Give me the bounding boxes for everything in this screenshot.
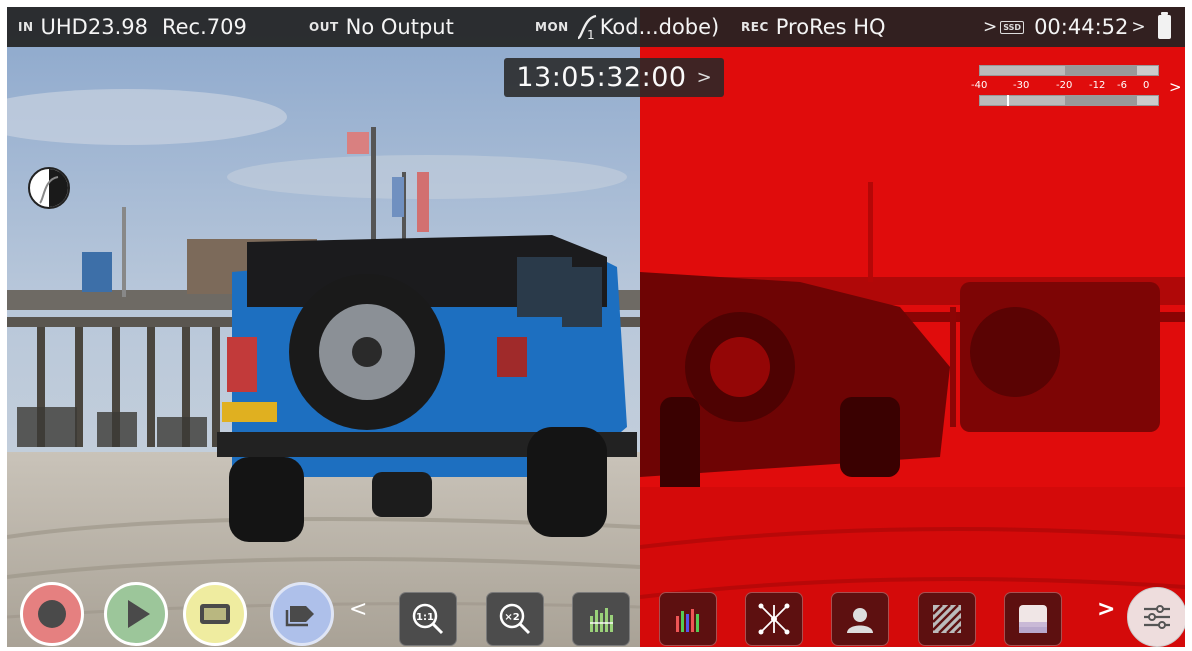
record-codec: ProRes HQ [775,15,886,39]
zoom-1to1-icon: 1:1 [412,603,444,635]
input-gamut: Rec.709 [161,15,247,39]
svg-text:×2: ×2 [504,612,519,623]
audio-meter-channel-2 [979,95,1159,106]
chevron-right-icon: > [1169,78,1182,96]
output-value: No Output [345,15,454,39]
audio-meter-channel-1 [979,65,1159,76]
waveform-button[interactable] [572,592,630,646]
record-button[interactable] [20,582,84,646]
monitor-frame: IN UHD23.98 Rec.709 OUT No Output MON 1 … [7,7,1185,647]
timecode-display[interactable]: 13:05:32:00 > [504,58,724,97]
ssd-icon: SSD [1000,20,1025,34]
vectorscope-button[interactable] [659,592,717,646]
zoom-2x-icon: ×2 [499,603,531,635]
zebra-icon [932,604,962,634]
zebra-button[interactable] [918,592,976,646]
input-status[interactable]: IN UHD23.98 Rec.709 [18,7,247,47]
false-color-button[interactable] [831,592,889,646]
battery-icon [1157,12,1171,39]
monitor-label: MON [535,20,569,34]
monitor-status[interactable]: MON 1 Kod...dobe) [535,7,719,47]
frame-guides-button[interactable] [1004,592,1062,646]
focus-peaking-button[interactable] [745,592,803,646]
tag-icon [285,606,314,627]
media-status[interactable]: > SSD 00:44:52 > [983,7,1171,47]
record-icon [38,600,66,628]
play-button[interactable] [104,582,168,646]
lut-curve-icon: 1 [576,14,598,42]
chevron-right-icon: > [983,17,998,37]
svg-text:1:1: 1:1 [416,612,434,623]
svg-text:1: 1 [587,28,595,40]
record-status[interactable]: REC ProRes HQ [741,7,886,47]
zoom-1to1-button[interactable]: 1:1 [399,592,457,646]
menu-sliders-icon [1144,605,1170,629]
chevron-right-icon: > [696,67,712,88]
false-color-icon [847,608,873,633]
audio-meters[interactable]: -40 -30 -20 -12 -6 0 > [969,65,1182,109]
meter-tick: 0 [1143,80,1150,91]
audio-meter-scale: -40 -30 -20 -12 -6 0 [969,80,1169,92]
video-preview-natural [7,7,640,647]
meter-tick: -20 [1056,80,1073,91]
timecode-value: 13:05:32:00 [516,62,687,93]
frame-guides-icon [1019,605,1047,633]
scroll-left-button[interactable]: < [349,597,367,622]
tag-button[interactable] [270,582,334,646]
lut-indicator-icon[interactable] [28,167,70,209]
input-format: UHD23.98 [40,15,148,39]
output-status[interactable]: OUT No Output [309,7,454,47]
display-button[interactable] [183,582,247,646]
record-label: REC [741,20,769,34]
zoom-2x-button[interactable]: ×2 [486,592,544,646]
play-icon [128,600,150,628]
bottom-toolbar: < 1:1 ×2 > [7,577,1185,647]
beach-scene-image [7,7,640,647]
waveform-icon [590,608,613,632]
display-icon [200,604,230,624]
focus-peaking-icon [758,603,790,635]
input-label: IN [18,20,34,34]
menu-button[interactable] [1127,587,1185,647]
chevron-right-icon: > [1131,17,1146,37]
output-label: OUT [309,20,339,34]
record-time-remaining: 00:44:52 [1034,15,1129,39]
meter-tick: -30 [1013,80,1030,91]
monitor-lut: Kod...dobe) [599,15,720,39]
scroll-right-button[interactable]: > [1097,597,1115,622]
vectorscope-icon [676,609,699,632]
status-bar: IN UHD23.98 Rec.709 OUT No Output MON 1 … [7,7,1185,47]
meter-tick: -6 [1117,80,1127,91]
meter-tick: -40 [971,80,988,91]
meter-tick: -12 [1089,80,1106,91]
